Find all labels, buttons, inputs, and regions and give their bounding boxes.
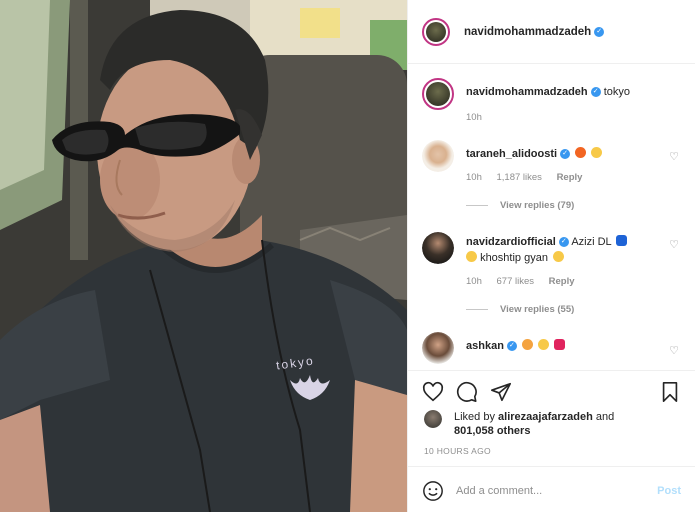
blue-heart-emoji-icon <box>616 235 628 246</box>
reply-button[interactable]: Reply <box>549 276 575 287</box>
divider-line <box>466 309 488 310</box>
caption-item: navidmohammadzadeh ✓ tokyo 10h <box>422 78 681 128</box>
owner-avatar[interactable] <box>422 17 450 46</box>
comment-likes[interactable]: 677 likes <box>497 276 535 287</box>
bookmark-icon[interactable] <box>659 381 681 403</box>
caption-avatar[interactable] <box>422 78 454 110</box>
hugging-face-emoji-icon <box>466 251 477 262</box>
comment-item: ashkan ✓ ♡ <box>422 332 681 370</box>
grin-emoji-icon <box>538 339 550 350</box>
caption-meta: 10h <box>466 112 494 123</box>
post-photo[interactable]: tokyo <box>0 0 407 512</box>
view-replies-label: View replies (79) <box>500 200 575 211</box>
view-replies-label: View replies (55) <box>500 304 575 315</box>
likes-text: Liked by alirezaajafarzadeh and 801,058 … <box>454 410 614 438</box>
cool-face-emoji-icon <box>591 147 603 158</box>
reply-button[interactable]: Reply <box>557 172 583 183</box>
likes-and: and <box>592 411 615 423</box>
comment-item: taraneh_alidoosti ✓ 10h 1,187 likes Reply… <box>422 140 681 220</box>
paper-plane-icon[interactable] <box>490 381 512 403</box>
comment-item: navidzardiofficial ✓ Azizi DL khoshtip gy… <box>422 232 681 328</box>
red-heart-emoji-icon <box>554 339 566 350</box>
smiley-icon[interactable] <box>422 480 444 502</box>
comment-heart-icon[interactable]: ♡ <box>669 150 679 163</box>
verified-badge-icon: ✓ <box>506 341 517 352</box>
view-replies-button[interactable]: View replies (79) <box>466 200 574 211</box>
post-comment-button[interactable]: Post <box>657 485 681 497</box>
likes-summary: Liked by alirezaajafarzadeh and 801,058 … <box>424 408 681 440</box>
comment-username[interactable]: taraneh_alidoosti <box>466 148 557 160</box>
view-replies-button[interactable]: View replies (55) <box>466 304 574 315</box>
post-header: navidmohammadzadeh ✓ <box>408 0 695 64</box>
comment-heart-icon[interactable]: ♡ <box>669 344 679 357</box>
comment-text: taraneh_alidoosti ✓ <box>466 146 651 162</box>
verified-badge-icon: ✓ <box>560 149 571 160</box>
post-side-panel: navidmohammadzadeh ✓ navidmohammadzadeh ✓… <box>407 0 695 512</box>
heart-icon[interactable] <box>422 381 444 403</box>
comment-meta: 10h 1,187 likes Reply <box>466 172 594 183</box>
comment-text: navidzardiofficial ✓ Azizi DL khoshtip gy… <box>466 234 651 266</box>
thumbs-emoji-icon <box>553 251 565 262</box>
comment-body-line2: khoshtip gyan <box>480 252 548 264</box>
comment-avatar[interactable] <box>422 232 454 264</box>
add-comment-bar: Post <box>408 466 695 512</box>
comment-heart-icon[interactable]: ♡ <box>669 238 679 251</box>
comment-time[interactable]: 10h <box>466 276 482 287</box>
comments-list[interactable]: navidmohammadzadeh ✓ tokyo 10h taraneh_al… <box>408 64 695 370</box>
ok-hand-emoji-icon <box>521 339 533 350</box>
likes-prefix: Liked by <box>454 411 499 423</box>
liker-username[interactable]: alirezaajafarzadeh <box>498 411 593 423</box>
comment-text: ashkan ✓ <box>466 338 651 354</box>
verified-badge-icon: ✓ <box>590 87 601 98</box>
comment-meta: 10h 677 likes Reply <box>466 276 587 287</box>
action-bar <box>408 370 695 413</box>
likes-count[interactable]: 801,058 others <box>454 425 530 437</box>
liker-avatar[interactable] <box>424 410 442 428</box>
comment-body-line1: Azizi DL <box>571 236 612 248</box>
caption-text: navidmohammadzadeh ✓ tokyo <box>466 84 651 100</box>
instagram-post-modal: tokyo navidmohammadzadeh ✓ navidmohammad… <box>0 0 695 512</box>
comment-avatar[interactable] <box>422 140 454 172</box>
owner-username[interactable]: navidmohammadzadeh <box>464 26 591 38</box>
caption-username[interactable]: navidmohammadzadeh <box>466 86 588 98</box>
fire-emoji-icon <box>575 147 587 158</box>
divider-line <box>466 205 488 206</box>
comment-input[interactable] <box>456 481 626 501</box>
caption-body: tokyo <box>603 86 630 98</box>
verified-badge-icon: ✓ <box>594 26 605 37</box>
comment-avatar[interactable] <box>422 332 454 364</box>
verified-badge-icon: ✓ <box>558 237 569 248</box>
comment-time[interactable]: 10h <box>466 172 482 183</box>
comment-username[interactable]: navidzardiofficial <box>466 236 556 248</box>
comment-likes[interactable]: 1,187 likes <box>497 172 542 183</box>
comment-bubble-icon[interactable] <box>456 381 478 403</box>
comment-username[interactable]: ashkan <box>466 340 504 352</box>
post-photo-image <box>0 0 407 512</box>
post-timestamp[interactable]: 10 HOURS AGO <box>424 446 491 456</box>
caption-time[interactable]: 10h <box>466 112 482 123</box>
